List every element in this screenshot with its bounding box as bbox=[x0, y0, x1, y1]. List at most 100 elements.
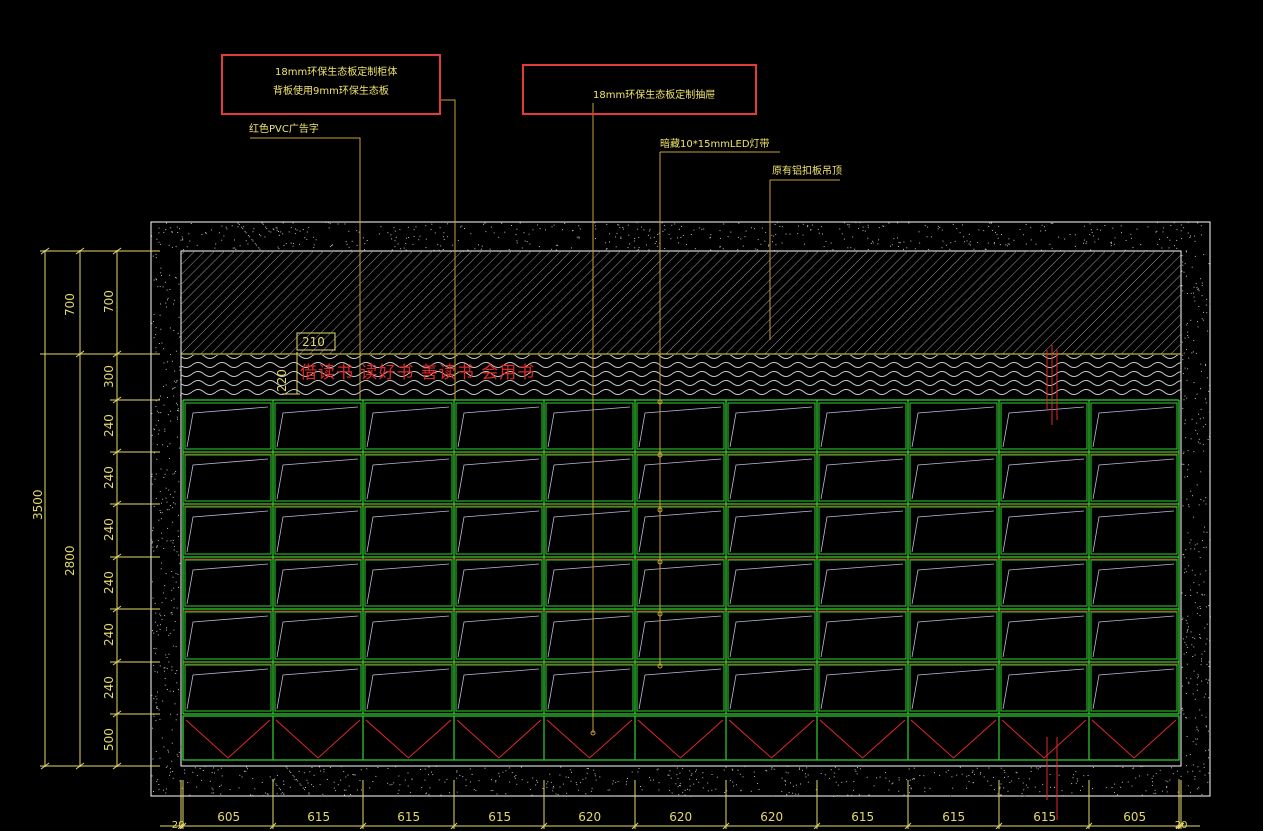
book-sketch bbox=[276, 510, 359, 553]
wall-speckle-dot bbox=[841, 233, 843, 235]
wall-speckle-dot bbox=[168, 661, 170, 663]
wall-speckle-dot bbox=[157, 624, 159, 626]
wall-speckle-dot bbox=[1193, 670, 1195, 672]
wall-speckle-dot bbox=[175, 581, 177, 583]
wall-speckle-dot bbox=[1192, 770, 1194, 772]
wall-speckle-dot bbox=[664, 248, 666, 249]
dim-top-700: 700 bbox=[63, 293, 77, 316]
wall-speckle-dot bbox=[737, 769, 739, 771]
wall-speckle-dot bbox=[213, 792, 215, 794]
wall-speckle-dot bbox=[892, 782, 894, 784]
wall-speckle-dot bbox=[890, 245, 891, 247]
wall-speckle-dot bbox=[657, 234, 659, 235]
wall-speckle-dot bbox=[194, 767, 196, 769]
wall-speckle-dot bbox=[1190, 678, 1192, 680]
wall-speckle-dot bbox=[387, 232, 389, 234]
wall-speckle-dot bbox=[1083, 239, 1085, 241]
wall-speckle-dot bbox=[750, 227, 752, 229]
book-sketch bbox=[638, 458, 722, 500]
wall-speckle-dot bbox=[772, 795, 774, 797]
wall-speckle-dot bbox=[1202, 426, 1204, 428]
wall-speckle-dot bbox=[471, 774, 473, 775]
wall-speckle-dot bbox=[276, 229, 278, 231]
wall-speckle-dot bbox=[981, 795, 983, 797]
sign-text-note: 红色PVC广告字 bbox=[249, 124, 319, 135]
wall-speckle-dot bbox=[1050, 786, 1051, 788]
wall-speckle-dot bbox=[1197, 730, 1199, 732]
wall-speckle-dot bbox=[634, 247, 636, 249]
wall-speckle-dot bbox=[833, 796, 835, 797]
book-sketch bbox=[911, 615, 995, 658]
wall-speckle-dot bbox=[152, 527, 154, 529]
book-sketch bbox=[638, 563, 722, 605]
wall-speckle-dot bbox=[1198, 504, 1200, 506]
wall-speckle-dot bbox=[571, 247, 572, 249]
wall-speckle-dot bbox=[1185, 619, 1187, 621]
wall-speckle-dot bbox=[171, 613, 173, 615]
wall-speckle-dot bbox=[155, 327, 157, 329]
wall-speckle-dot bbox=[1132, 247, 1134, 248]
sign-height-dim: 220 bbox=[275, 369, 289, 392]
wall-speckle-dot bbox=[1192, 741, 1194, 743]
wall-speckle-dot bbox=[156, 238, 158, 240]
wall-speckle-dot bbox=[157, 634, 159, 636]
wall-speckle-dot bbox=[360, 769, 362, 771]
wall-speckle-dot bbox=[937, 225, 939, 227]
wall-speckle-dot bbox=[171, 729, 173, 731]
wall-speckle-dot bbox=[562, 229, 563, 231]
wall-speckle-dot bbox=[163, 231, 165, 233]
wall-speckle-dot bbox=[619, 227, 621, 229]
wall-speckle-dot bbox=[867, 226, 869, 228]
wall-speckle-dot bbox=[177, 404, 178, 406]
wall-speckle-dot bbox=[682, 234, 684, 236]
book-sketch bbox=[547, 563, 631, 605]
wall-speckle-dot bbox=[924, 791, 926, 793]
wall-speckle-dot bbox=[1023, 789, 1025, 791]
wall-speckle-dot bbox=[682, 791, 684, 793]
wall-speckle-dot bbox=[1157, 222, 1158, 224]
wall-speckle-dot bbox=[1190, 292, 1192, 294]
wall-speckle-dot bbox=[636, 222, 638, 224]
wall-speckle-dot bbox=[232, 247, 234, 249]
wall-speckle-dot bbox=[877, 243, 879, 245]
wall-speckle-dot bbox=[515, 775, 517, 776]
wall-speckle-dot bbox=[171, 360, 173, 362]
wall-speckle-dot bbox=[174, 472, 176, 474]
wall-speckle-dot bbox=[196, 786, 198, 788]
wall-speckle-dot bbox=[674, 223, 676, 225]
wall-speckle-dot bbox=[906, 247, 908, 249]
wall-speckle-dot bbox=[1203, 766, 1205, 768]
sign-lettering: 借读书 读好书 善读书 会用书 bbox=[300, 363, 536, 383]
wall-speckle-dot bbox=[989, 222, 991, 224]
wall-speckle-dot bbox=[155, 612, 157, 614]
wall-speckle-dot bbox=[1186, 631, 1188, 633]
book-sketch bbox=[820, 615, 904, 658]
wall-speckle-dot bbox=[999, 244, 1001, 246]
book-sketch bbox=[276, 563, 359, 605]
wall-speckle-dot bbox=[1159, 238, 1161, 240]
wall-speckle-dot bbox=[1209, 416, 1211, 418]
wall-speckle-dot bbox=[1203, 500, 1205, 502]
book-sketch bbox=[186, 458, 269, 500]
wall-speckle-dot bbox=[526, 241, 528, 243]
wall-speckle-dot bbox=[343, 771, 345, 773]
wall-speckle-dot bbox=[521, 779, 523, 781]
wall-speckle-dot bbox=[163, 670, 165, 672]
book-sketch bbox=[1002, 563, 1085, 605]
wall-speckle-dot bbox=[1196, 592, 1198, 594]
wall-speckle-dot bbox=[1124, 249, 1126, 251]
wall-speckle-dot bbox=[176, 226, 178, 228]
wall-speckle-dot bbox=[1174, 245, 1175, 247]
wall-speckle-dot bbox=[165, 302, 167, 304]
wall-speckle-dot bbox=[723, 769, 725, 771]
wall-speckle-dot bbox=[1194, 574, 1196, 576]
wall-speckle-dot bbox=[730, 231, 732, 233]
wall-speckle-dot bbox=[412, 243, 414, 245]
wall-speckle-dot bbox=[1003, 787, 1005, 789]
wall-speckle-dot bbox=[155, 424, 157, 426]
wall-speckle-dot bbox=[159, 613, 161, 615]
wall-speckle-dot bbox=[164, 473, 166, 475]
wall-speckle-dot bbox=[151, 236, 153, 238]
wall-speckle-dot bbox=[939, 227, 941, 228]
wall-speckle-dot bbox=[1169, 239, 1171, 241]
